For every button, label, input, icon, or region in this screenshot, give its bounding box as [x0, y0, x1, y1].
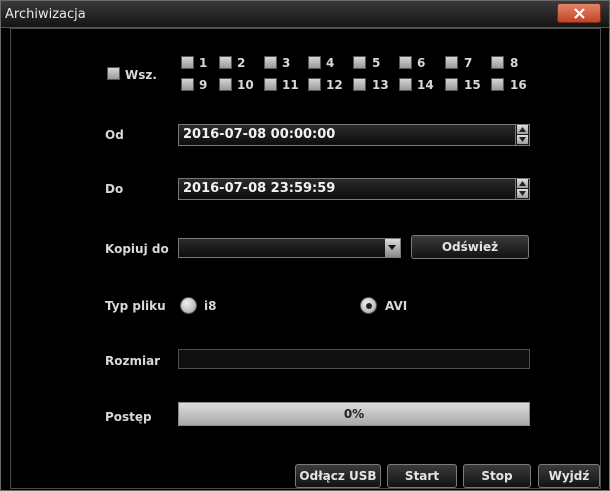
copy-to-dropdown[interactable]: [178, 238, 401, 258]
channel-13-label: 13: [372, 78, 389, 92]
exit-button[interactable]: Wyjdź: [538, 464, 600, 488]
channel-14-label: 14: [417, 78, 434, 92]
channel-8-label: 8: [510, 56, 519, 70]
channel-7-label: 7: [464, 56, 473, 70]
select-all-label: Wsz.: [125, 68, 157, 82]
channel-5-checkbox[interactable]: [353, 56, 366, 69]
channel-4-checkbox[interactable]: [308, 56, 321, 69]
content-panel: Wsz. 1 2 3 4 5 6 7 8 9 10 11 12 13 14 15…: [10, 28, 601, 489]
channel-13-checkbox[interactable]: [353, 78, 366, 91]
from-datetime-value: 2016-07-08 00:00:00: [183, 127, 336, 142]
channel-1-checkbox[interactable]: [181, 56, 194, 69]
file-type-avi-label: AVI: [385, 299, 408, 313]
arrow-up-icon: [519, 127, 526, 132]
title-bar[interactable]: Archiwizacja: [1, 1, 609, 28]
channel-14-checkbox[interactable]: [399, 78, 412, 91]
channel-12-label: 12: [326, 78, 343, 92]
select-all-checkbox[interactable]: [107, 67, 120, 80]
channel-6-checkbox[interactable]: [399, 56, 412, 69]
channel-3-label: 3: [282, 56, 291, 70]
to-spin-up[interactable]: [517, 179, 528, 188]
disconnect-usb-button[interactable]: Odłącz USB: [295, 464, 381, 488]
radio-selected-dot: [366, 303, 372, 309]
start-button[interactable]: Start: [387, 464, 457, 488]
to-spinner[interactable]: [515, 179, 529, 199]
arrow-up-icon: [519, 181, 526, 186]
to-spin-down[interactable]: [517, 189, 528, 198]
progress-label: Postęp: [105, 410, 152, 424]
to-datetime-value: 2016-07-08 23:59:59: [183, 181, 336, 196]
arrow-down-icon: [519, 191, 526, 196]
channel-10-label: 10: [237, 78, 254, 92]
channel-6-label: 6: [417, 56, 426, 70]
chevron-down-icon: [388, 245, 396, 250]
size-label: Rozmiar: [105, 354, 161, 368]
progress-percent: 0%: [343, 407, 365, 421]
channel-1-label: 1: [199, 56, 208, 70]
to-datetime-field[interactable]: 2016-07-08 23:59:59: [178, 178, 530, 200]
copy-to-dropdown-button[interactable]: [385, 239, 400, 257]
channel-9-checkbox[interactable]: [181, 78, 194, 91]
arrow-down-icon: [519, 137, 526, 142]
channel-2-checkbox[interactable]: [219, 56, 232, 69]
size-field: [178, 349, 530, 369]
file-type-i8-label: i8: [204, 299, 217, 313]
from-spin-up[interactable]: [517, 125, 528, 134]
refresh-button[interactable]: Odśwież: [411, 235, 529, 259]
channel-7-checkbox[interactable]: [445, 56, 458, 69]
to-label: Do: [105, 182, 124, 196]
channel-15-label: 15: [464, 78, 481, 92]
from-spinner[interactable]: [515, 125, 529, 145]
channel-2-label: 2: [237, 56, 246, 70]
channel-12-checkbox[interactable]: [308, 78, 321, 91]
channel-15-checkbox[interactable]: [445, 78, 458, 91]
from-spin-down[interactable]: [517, 135, 528, 144]
channel-9-label: 9: [199, 78, 208, 92]
copy-to-label: Kopiuj do: [105, 242, 169, 256]
window-title: Archiwizacja: [5, 7, 86, 22]
file-type-label: Typ pliku: [105, 299, 166, 313]
channel-16-label: 16: [510, 78, 527, 92]
channel-5-label: 5: [372, 56, 381, 70]
file-type-i8-radio[interactable]: [180, 297, 197, 314]
channel-8-checkbox[interactable]: [491, 56, 504, 69]
channel-11-label: 11: [282, 78, 299, 92]
file-type-avi-radio[interactable]: [360, 297, 377, 314]
from-label: Od: [105, 128, 124, 142]
channel-4-label: 4: [326, 56, 335, 70]
from-datetime-field[interactable]: 2016-07-08 00:00:00: [178, 124, 530, 146]
channel-16-checkbox[interactable]: [491, 78, 504, 91]
progress-bar: 0%: [178, 402, 530, 426]
channel-11-checkbox[interactable]: [264, 78, 277, 91]
close-button[interactable]: [557, 3, 601, 23]
archive-dialog: Archiwizacja Wsz. 1 2 3 4 5 6 7 8 9 10 1…: [0, 0, 610, 491]
channel-3-checkbox[interactable]: [264, 56, 277, 69]
stop-button[interactable]: Stop: [463, 464, 531, 488]
channel-10-checkbox[interactable]: [219, 78, 232, 91]
close-icon: [574, 8, 585, 19]
